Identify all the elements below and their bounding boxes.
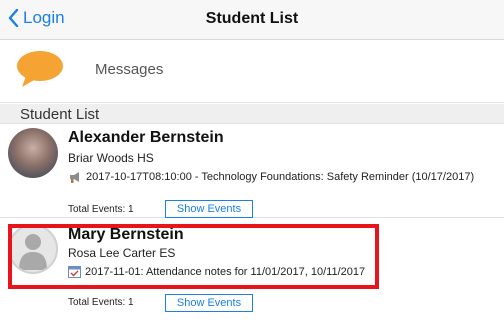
person-placeholder-icon [19, 234, 47, 270]
student-school: Rosa Lee Carter ES [68, 246, 176, 260]
page-title: Student List [205, 10, 299, 27]
event-text: 2017-10-17T08:10:00 - Technology Foundat… [86, 171, 475, 183]
student-name: Alexander Bernstein [68, 129, 224, 146]
navigation-bar: Login Student List [0, 0, 504, 40]
total-events: Total Events: 1 [68, 204, 134, 215]
section-header: Student List [0, 104, 504, 124]
show-events-button[interactable]: Show Events [165, 200, 253, 218]
megaphone-icon [70, 172, 79, 183]
calendar-check-icon [68, 266, 81, 278]
avatar [8, 224, 58, 274]
speech-bubble-icon [17, 51, 63, 87]
event-item: 2017-11-01: Attendance notes for 11/01/2… [68, 265, 365, 278]
event-item: 2017-10-17T08:10:00 - Technology Foundat… [68, 170, 474, 184]
messages-label: Messages [95, 61, 164, 78]
avatar [8, 128, 58, 178]
section-title: Student List [20, 106, 100, 123]
show-events-button[interactable]: Show Events [165, 294, 253, 312]
student-row[interactable]: Alexander Bernstein Briar Woods HS 2017-… [0, 124, 504, 218]
student-name: Mary Bernstein [68, 226, 184, 243]
student-school: Briar Woods HS [68, 151, 154, 165]
total-events: Total Events: 1 [68, 297, 134, 308]
student-row[interactable]: Mary Bernstein Rosa Lee Carter ES 2017-1… [0, 220, 504, 320]
messages-row[interactable]: Messages [0, 41, 504, 103]
event-text: 2017-11-01: Attendance notes for 11/01/2… [85, 265, 366, 278]
